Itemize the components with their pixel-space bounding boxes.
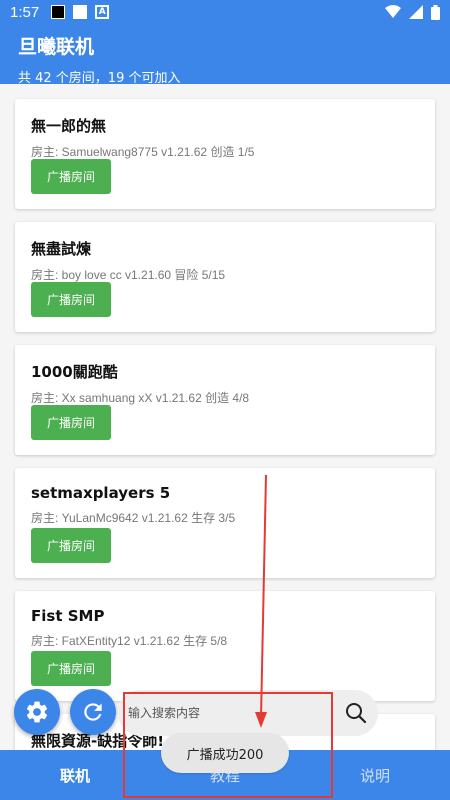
broadcast-room-button[interactable]: 广播房间 xyxy=(31,528,111,563)
annotation-highlight-box xyxy=(123,692,333,798)
room-info: 房主: boy love cc v1.21.60 冒险 5/15 xyxy=(31,268,226,282)
room-card: Fist SMP 房主: FatXEntity12 v1.21.62 生存 5/… xyxy=(15,591,435,701)
notification-white-icon xyxy=(73,5,88,19)
room-card: setmaxplayers 5 房主: YuLanMc9642 v1.21.62… xyxy=(15,468,435,578)
room-list[interactable]: 無一郎的無 房主: Samuelwang8775 v1.21.62 创造 1/5… xyxy=(0,84,450,750)
room-info: 房主: YuLanMc9642 v1.21.62 生存 3/5 xyxy=(31,511,236,525)
app-header: 旦曦联机 共 42 个房间，19 个可加入 xyxy=(0,24,450,86)
broadcast-room-button[interactable]: 广播房间 xyxy=(31,405,111,440)
room-name: 1000關跑酷 xyxy=(31,363,118,381)
room-info: 房主: FatXEntity12 v1.21.62 生存 5/8 xyxy=(31,634,228,648)
signal-icon xyxy=(409,5,423,19)
room-name: 無盡試煉 xyxy=(31,240,92,258)
room-card: 無一郎的無 房主: Samuelwang8775 v1.21.62 创造 1/5… xyxy=(15,99,435,209)
broadcast-room-button[interactable]: 广播房间 xyxy=(31,159,111,194)
search-icon[interactable] xyxy=(344,701,368,725)
notification-a-icon: A xyxy=(95,5,110,19)
room-card: 1000關跑酷 房主: Xx samhuang xX v1.21.62 创造 4… xyxy=(15,345,435,455)
refresh-icon xyxy=(84,703,102,721)
room-name: Fist SMP xyxy=(31,607,105,625)
room-info: 房主: Samuelwang8775 v1.21.62 创造 1/5 xyxy=(31,145,255,159)
room-info: 房主: Xx samhuang xX v1.21.62 创造 4/8 xyxy=(31,391,250,405)
refresh-button[interactable] xyxy=(70,689,116,735)
battery-icon xyxy=(431,4,440,20)
app-title: 旦曦联机 xyxy=(18,36,95,58)
settings-icon xyxy=(26,701,48,723)
notification-black-icon xyxy=(51,5,66,19)
broadcast-room-button[interactable]: 广播房间 xyxy=(31,282,111,317)
room-card: 無盡試煉 房主: boy love cc v1.21.60 冒险 5/15 广播… xyxy=(15,222,435,332)
room-name: 無一郎的無 xyxy=(31,117,107,135)
status-time: 1:57 xyxy=(10,3,40,21)
wifi-icon xyxy=(385,5,401,18)
settings-button[interactable] xyxy=(14,689,60,735)
room-name: setmaxplayers 5 xyxy=(31,484,171,502)
broadcast-room-button[interactable]: 广播房间 xyxy=(31,651,111,686)
status-bar: 1:57 A xyxy=(0,0,450,24)
